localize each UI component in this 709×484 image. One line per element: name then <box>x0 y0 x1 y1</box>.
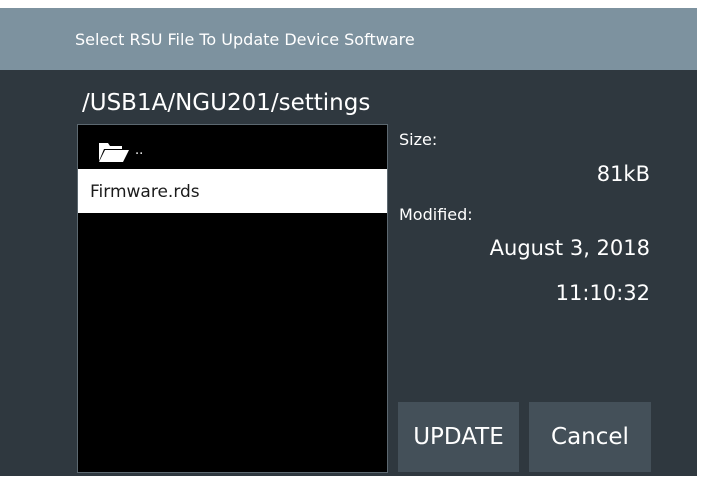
parent-directory-item[interactable]: .. <box>78 125 387 169</box>
cancel-button[interactable]: Cancel <box>529 402 651 472</box>
file-select-dialog: Select RSU File To Update Device Softwar… <box>0 8 697 476</box>
update-button[interactable]: UPDATE <box>398 402 519 472</box>
file-list[interactable]: .. Firmware.rds <box>77 124 388 473</box>
dialog-title-bar: Select RSU File To Update Device Softwar… <box>0 8 697 70</box>
open-folder-icon <box>98 141 130 163</box>
file-item-selected[interactable]: Firmware.rds <box>78 169 387 213</box>
parent-directory-label: .. <box>135 143 144 158</box>
modified-date: August 3, 2018 <box>489 236 650 260</box>
size-value: 81kB <box>596 162 650 186</box>
file-name: Firmware.rds <box>90 182 200 202</box>
modified-time: 11:10:32 <box>555 281 650 305</box>
dialog-title: Select RSU File To Update Device Softwar… <box>75 30 415 49</box>
current-path: /USB1A/NGU201/settings <box>82 90 371 116</box>
size-label: Size: <box>399 130 438 149</box>
modified-label: Modified: <box>399 205 473 224</box>
